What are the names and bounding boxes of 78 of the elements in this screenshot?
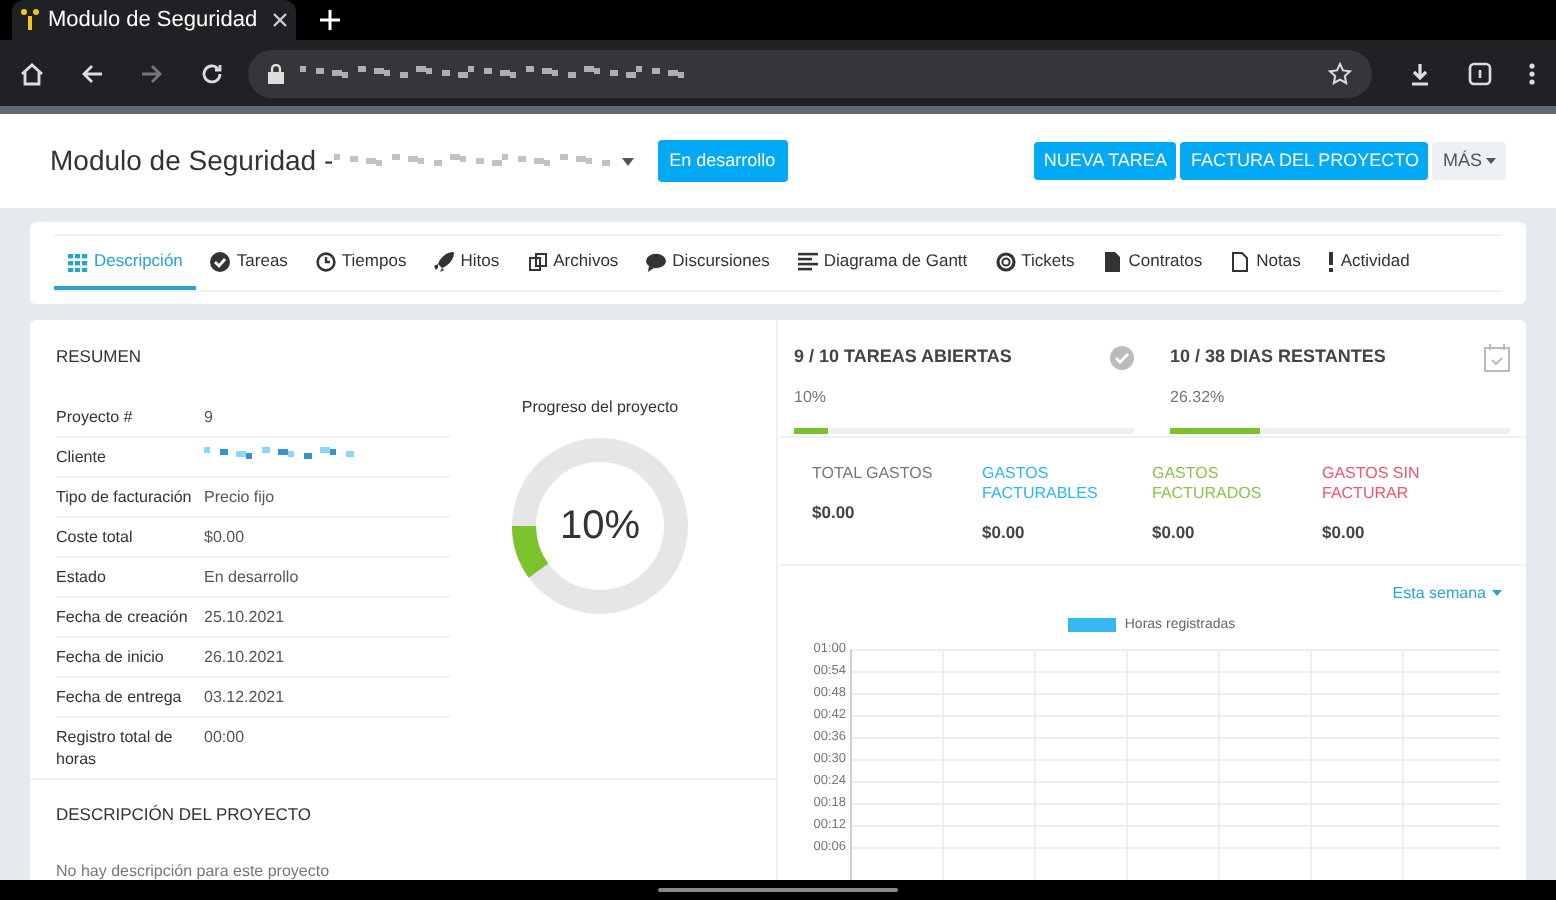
- status-badge: En desarrollo: [657, 139, 788, 183]
- field-label: Fecha de inicio: [56, 645, 166, 668]
- check-circle-icon: [210, 251, 231, 271]
- caret-icon: [1492, 590, 1502, 596]
- field-label: Cliente: [56, 445, 108, 468]
- nav-tab[interactable]: Contratos: [1088, 236, 1217, 290]
- caret-icon[interactable]: [621, 157, 634, 165]
- address-bar[interactable]: [248, 49, 1372, 97]
- nav-tab[interactable]: Tickets: [981, 236, 1089, 290]
- clock-icon: [315, 251, 336, 271]
- expense-label: GASTOS SIN FACTURAR: [1322, 464, 1422, 505]
- field-label: Coste total: [56, 525, 135, 548]
- nav-tab[interactable]: Diagrama de Gantt: [783, 236, 982, 290]
- progress-title: Progreso del proyecto: [521, 396, 679, 420]
- more-dropdown-button[interactable]: MÁS: [1432, 142, 1506, 180]
- field-value: 00:00: [204, 725, 245, 750]
- nav-tab[interactable]: Tiempos: [301, 236, 421, 290]
- stat-percent: 26.32%: [1170, 386, 1227, 410]
- description-text: No hay descripción para este proyecto: [56, 859, 332, 880]
- field-label: Registro total de horas: [56, 725, 175, 770]
- expense-label: GASTOS FACTURABLES: [982, 464, 1100, 505]
- expense-label: TOTAL GASTOS: [812, 464, 935, 485]
- nav-tab[interactable]: Actividad: [1314, 236, 1424, 290]
- expense-value: $0.00: [1322, 520, 1367, 547]
- nav-tab[interactable]: Archivos: [513, 236, 633, 290]
- field-value: 26.10.2021: [204, 645, 285, 668]
- logo-icon: [20, 8, 40, 32]
- field-value: 03.12.2021: [204, 685, 285, 708]
- forward-arrow-icon[interactable]: [140, 61, 164, 85]
- chat-bubble-icon: [646, 251, 667, 271]
- field-value: En desarrollo: [204, 565, 299, 588]
- field-value: 25.10.2021: [204, 605, 285, 628]
- expense-value: $0.00: [1152, 520, 1197, 547]
- exclamation-icon: [1328, 251, 1335, 271]
- field-value: $0.00: [204, 525, 245, 548]
- document-icon: [1102, 251, 1123, 271]
- field-label: Tipo de facturación: [56, 485, 194, 508]
- nav-tab[interactable]: Notas: [1216, 236, 1315, 290]
- browser-tab[interactable]: Modulo de Seguridad: [12, 0, 296, 40]
- star-icon[interactable]: [1328, 61, 1352, 85]
- rocket-icon: [434, 251, 455, 271]
- nav-tab[interactable]: Discursiones: [632, 236, 784, 290]
- home-icon[interactable]: [20, 61, 44, 85]
- back-arrow-icon[interactable]: [80, 61, 104, 85]
- field-value: Precio fijo: [204, 485, 275, 508]
- new-tab-icon[interactable]: [320, 10, 340, 30]
- field-label: Fecha de entrega: [56, 685, 184, 708]
- expense-label: GASTOS FACTURADOS: [1152, 464, 1264, 505]
- nav-tab[interactable]: Tareas: [196, 236, 302, 290]
- close-icon[interactable]: [272, 12, 288, 28]
- stat-title: 10 / 38 DIAS RESTANTES: [1170, 344, 1386, 371]
- field-value: 9: [204, 405, 213, 428]
- stat-percent: 10%: [794, 385, 829, 409]
- tab-count-icon[interactable]: [1468, 61, 1492, 85]
- check-circle-icon: [1110, 345, 1134, 370]
- download-icon[interactable]: [1408, 61, 1432, 85]
- align-lines-icon: [797, 251, 818, 271]
- caret-icon: [1486, 158, 1496, 164]
- lifebuoy-icon: [995, 251, 1016, 271]
- project-title: Modulo de Seguridad -: [50, 142, 334, 180]
- lock-icon: [268, 63, 284, 83]
- section-title: RESUMEN: [56, 344, 144, 370]
- progress-percent: 10%: [559, 504, 641, 548]
- grid-icon: [68, 251, 88, 271]
- field-label: Estado: [56, 565, 108, 588]
- expense-value: $0.00: [982, 520, 1027, 547]
- tab-title: Modulo de Seguridad: [48, 5, 260, 36]
- section-title: DESCRIPCIÓN DEL PROYECTO: [56, 801, 314, 827]
- field-label: Proyecto #: [56, 405, 135, 428]
- calendar-icon: [1484, 344, 1510, 372]
- expense-value: $0.00: [812, 500, 857, 527]
- reload-icon[interactable]: [200, 61, 224, 85]
- field-label: Fecha de creación: [56, 605, 190, 628]
- stat-title: 9 / 10 TAREAS ABIERTAS: [794, 344, 1012, 370]
- blank-page-icon: [1230, 251, 1251, 271]
- files-icon: [527, 251, 548, 271]
- menu-icon[interactable]: [1528, 61, 1536, 85]
- nav-tab[interactable]: Hitos: [420, 236, 514, 290]
